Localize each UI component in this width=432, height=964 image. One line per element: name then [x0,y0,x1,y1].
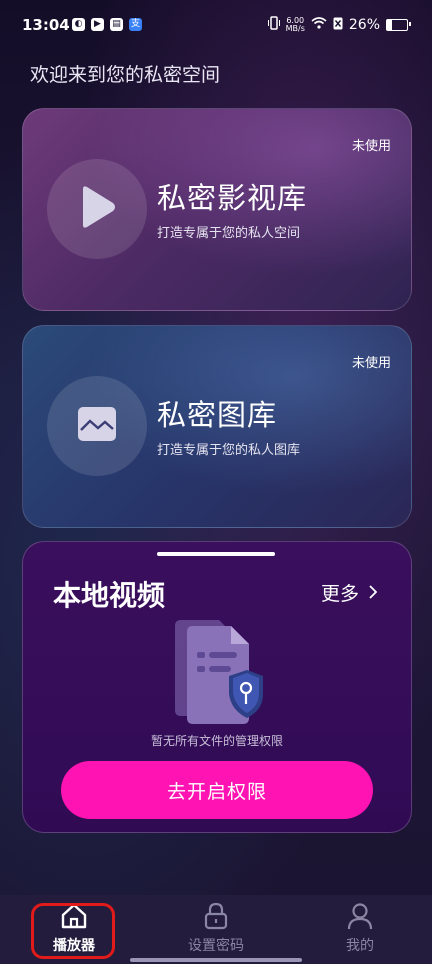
no-sim-icon [333,17,343,34]
battery-icon [386,19,411,31]
status-bar: 13:04 ◐ ▶ ▤ 支 6.00 MB/s 26% [0,0,432,50]
net-speed: 6.00 MB/s [286,17,305,33]
tab-label: 设置密码 [188,938,244,954]
private-video-library-card[interactable]: 未使用 私密影视库 打造专属于您的私人空间 [22,108,412,311]
more-label: 更多 [320,583,359,605]
chevron-right-icon [369,582,378,604]
tab-set-password[interactable]: 设置密码 [172,901,260,955]
private-gallery-card[interactable]: 未使用 私密图库 打造专属于您的私人图库 [22,325,412,528]
file-lock-illustration [171,614,263,728]
play-icon [77,185,117,233]
status-right: 6.00 MB/s 26% [267,16,411,34]
play-store-icon: ▶ [91,18,104,31]
net-speed-unit: MB/s [285,24,305,33]
card-title: 私密图库 [157,398,278,432]
tab-mine[interactable]: 我的 [330,901,390,955]
home-indicator[interactable] [130,958,302,962]
lock-icon [204,901,228,931]
tray-icon: ▤ [110,18,123,31]
person-icon [346,901,374,931]
welcome-heading: 欢迎来到您的私密空间 [30,64,221,86]
active-tab-highlight [31,903,115,959]
circle-app-icon: ◐ [72,18,85,31]
more-link[interactable]: 更多 [320,579,378,606]
play-icon-circle [47,159,147,259]
alipay-icon: 支 [129,18,142,31]
battery-percent: 26% [348,17,380,33]
wifi-icon [311,17,327,33]
section-title: 本地视频 [53,579,166,612]
local-videos-panel: 本地视频 更多 暂无所有文件的管理权限 去开启权限 [22,541,412,833]
card-subtitle: 打造专属于您的私人图库 [157,443,301,458]
enable-permission-button[interactable]: 去开启权限 [61,761,373,819]
image-icon [77,406,117,446]
card-title: 私密影视库 [157,181,308,215]
status-badge: 未使用 [351,356,391,371]
status-time: 13:04 [22,16,70,34]
empty-message: 暂无所有文件的管理权限 [150,734,283,748]
card-subtitle: 打造专属于您的私人空间 [157,226,301,241]
status-badge: 未使用 [351,139,391,154]
tab-label: 我的 [346,938,374,954]
image-icon-circle [47,376,147,476]
drag-handle[interactable] [157,552,275,556]
status-app-icons: ◐ ▶ ▤ 支 [72,18,142,31]
vibrate-icon [267,16,280,34]
